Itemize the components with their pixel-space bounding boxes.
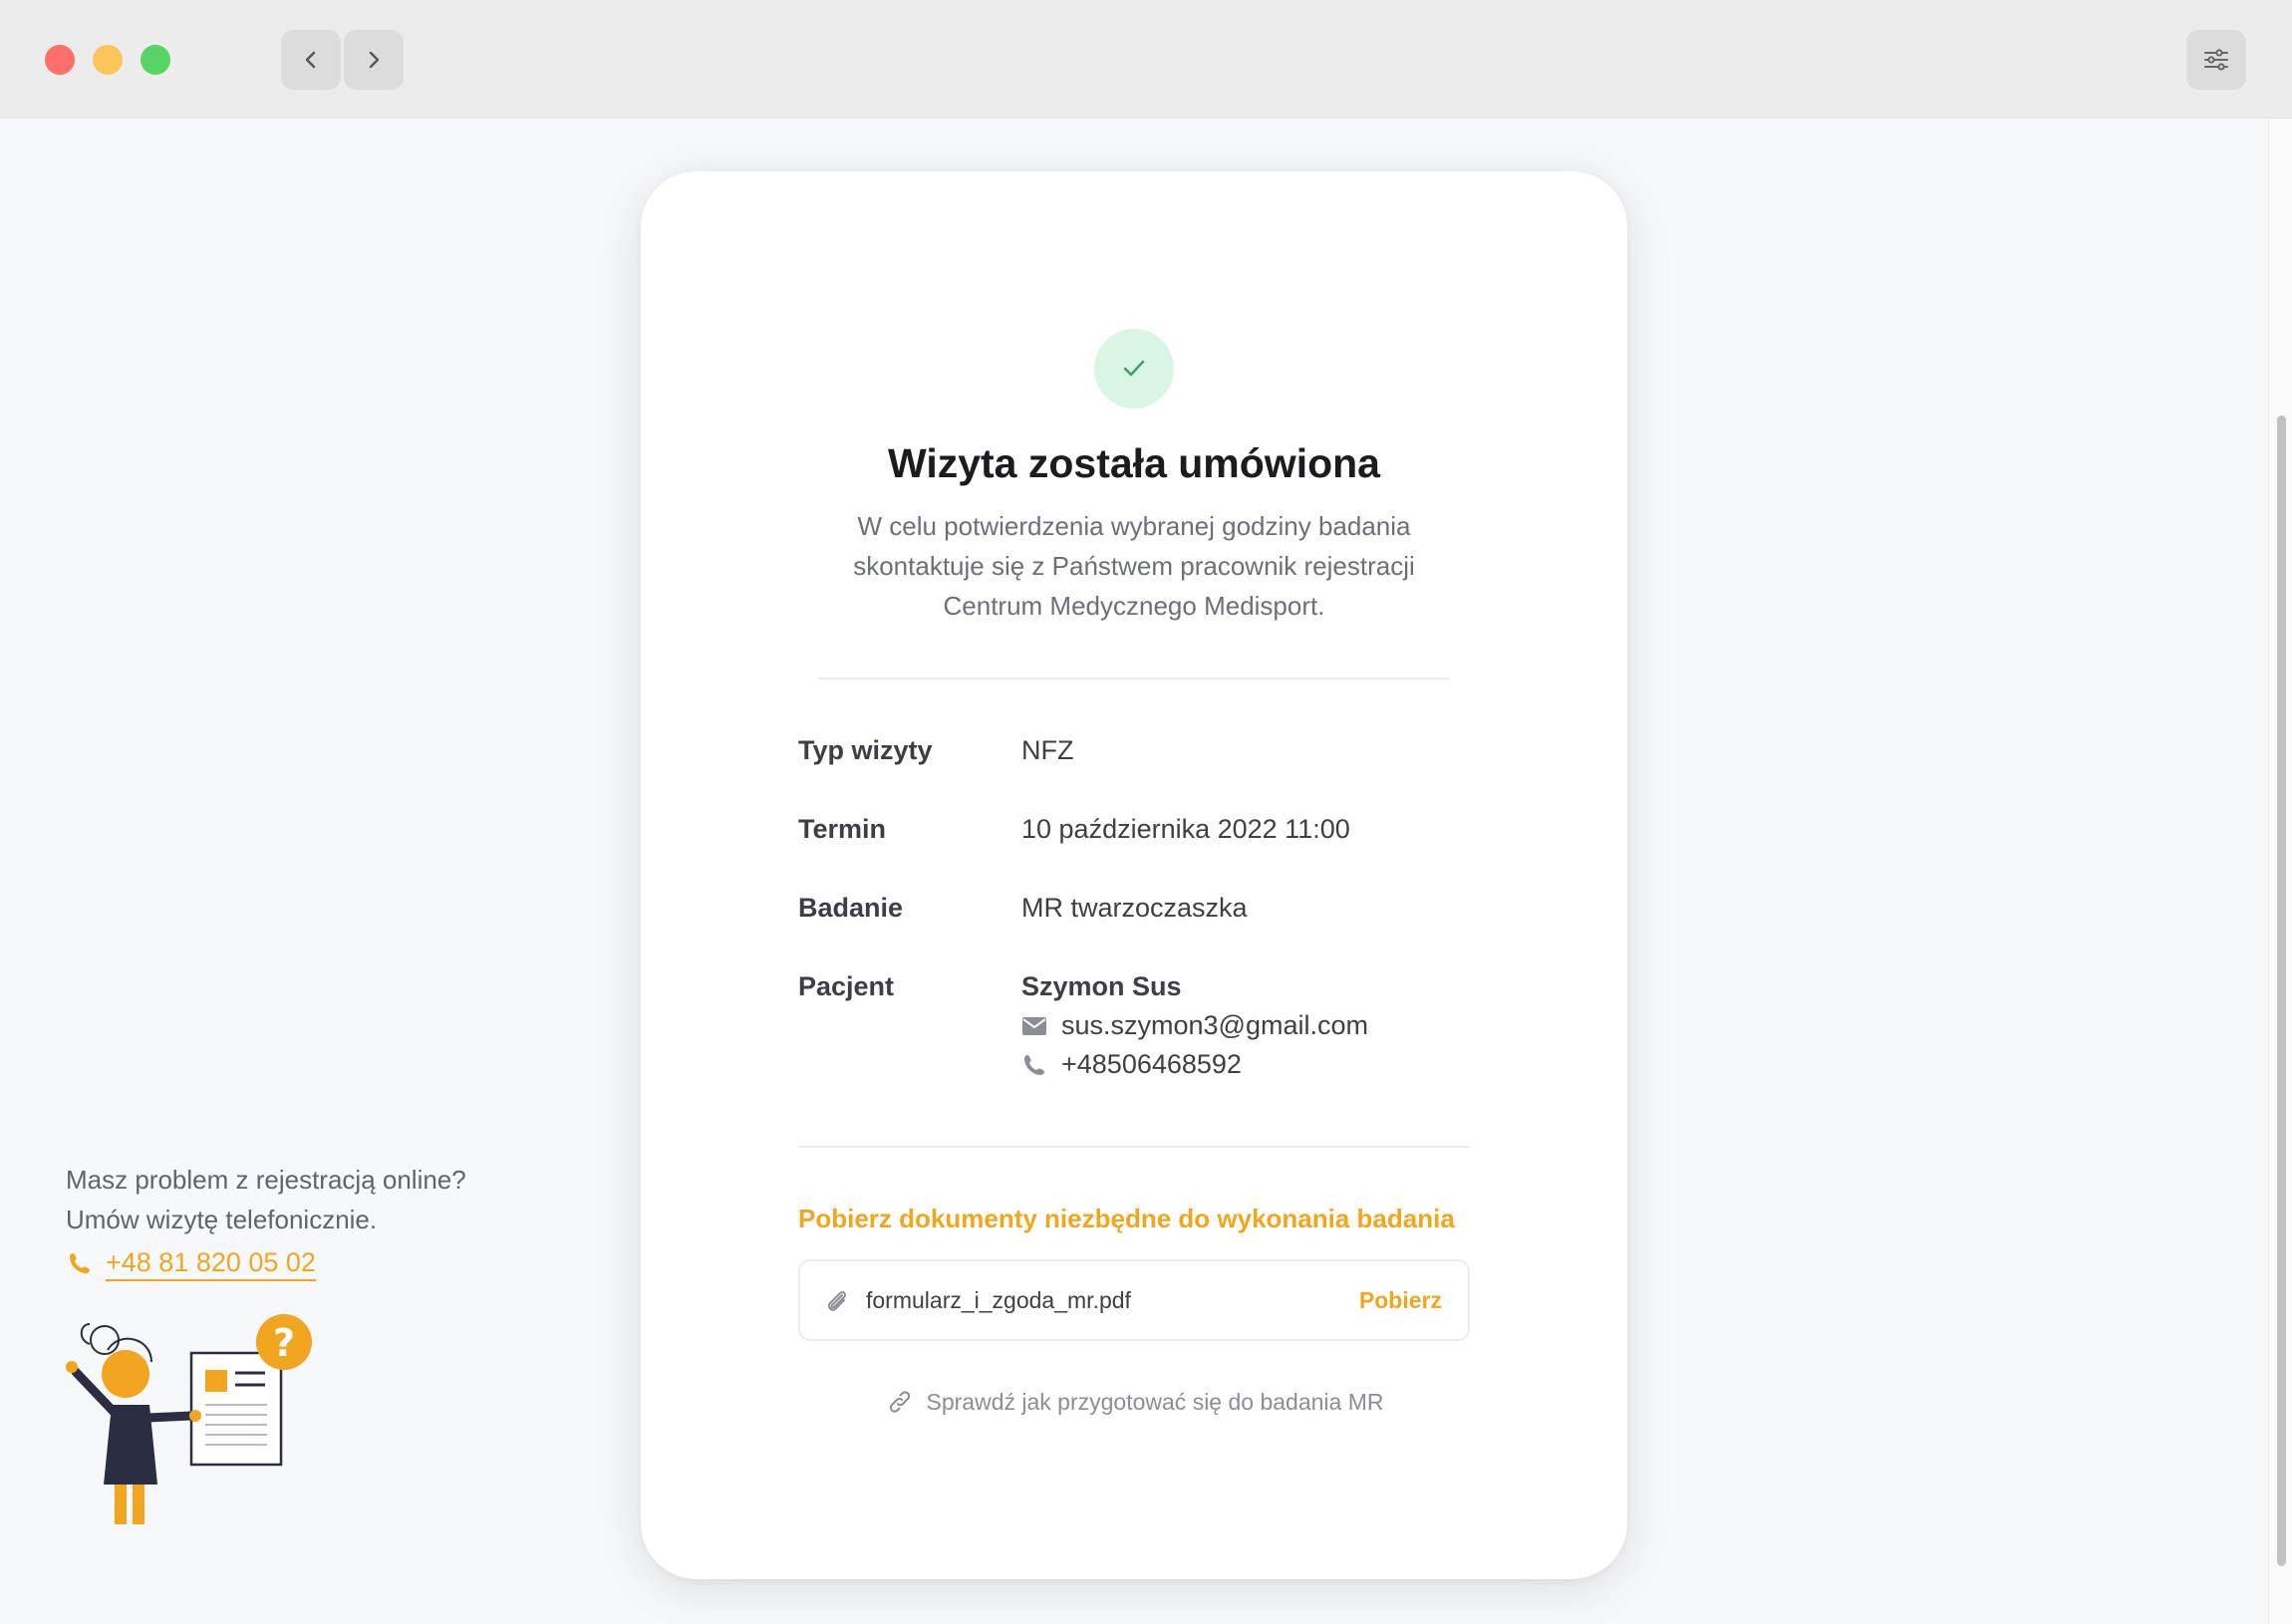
documents-title: Pobierz dokumenty niezbędne do wykonania… — [798, 1204, 1455, 1233]
scrollbar[interactable] — [2268, 119, 2292, 1624]
window-titlebar — [0, 0, 2292, 119]
patient-phone: +48506468592 — [1021, 1049, 1242, 1080]
patient-email-text: sus.szymon3@gmail.com — [1061, 1010, 1368, 1040]
document-file-name: formularz_i_zgoda_mr.pdf — [866, 1287, 1131, 1313]
phone-icon — [1021, 1052, 1047, 1078]
download-button[interactable]: Pobierz — [1359, 1287, 1442, 1314]
help-instruction: Umów wizytę telefonicznie. — [66, 1205, 378, 1234]
term-label: Termin — [798, 814, 887, 844]
visit-type-label: Typ wizyty — [798, 735, 933, 765]
minimize-window-button[interactable] — [93, 45, 123, 75]
patient-phone-text: +48506468592 — [1061, 1049, 1242, 1079]
settings-button[interactable] — [2186, 30, 2246, 90]
forward-button[interactable] — [344, 30, 404, 90]
visit-type-value: NFZ — [1021, 735, 1074, 765]
patient-name: Szymon Sus — [1021, 971, 1182, 1001]
scrollbar-thumb[interactable] — [2277, 415, 2286, 1566]
link-icon — [885, 1387, 915, 1417]
close-window-button[interactable] — [45, 45, 75, 75]
phone-icon — [66, 1249, 94, 1277]
sliders-icon — [2204, 49, 2228, 71]
preparation-link[interactable]: Sprawdź jak przygotować się do badania M… — [641, 1387, 1627, 1417]
document-file-row: formularz_i_zgoda_mr.pdf Pobierz — [798, 1259, 1470, 1341]
paperclip-icon — [827, 1290, 847, 1311]
divider — [798, 1146, 1470, 1148]
divider — [818, 677, 1450, 679]
svg-text:?: ? — [273, 1321, 295, 1365]
term-value: 10 października 2022 11:00 — [1021, 814, 1350, 844]
help-question: Masz problem z rejestracją online? — [66, 1165, 466, 1195]
exam-value: MR twarzoczaszka — [1021, 893, 1248, 923]
confirmation-card: Wizyta została umówiona W celu potwierdz… — [641, 171, 1627, 1579]
back-button[interactable] — [281, 30, 341, 90]
exam-label: Badanie — [798, 893, 904, 923]
chevron-left-icon — [305, 51, 316, 69]
confirmation-description: W celu potwierdzenia wybranej godziny ba… — [853, 511, 1415, 621]
help-phone-link[interactable]: +48 81 820 05 02 — [66, 1245, 316, 1281]
mail-icon — [1021, 1013, 1047, 1039]
check-icon — [1123, 360, 1145, 377]
preparation-link-text[interactable]: Sprawdź jak przygotować się do badania M… — [927, 1389, 1384, 1416]
chevron-right-icon — [369, 51, 380, 69]
help-illustration: ? — [66, 1314, 312, 1524]
page-title: Wizyta została umówiona — [888, 440, 1380, 486]
patient-email: sus.szymon3@gmail.com — [1021, 1010, 1368, 1041]
help-phone-number[interactable]: +48 81 820 05 02 — [106, 1245, 316, 1281]
success-badge — [1094, 329, 1174, 408]
patient-label: Pacjent — [798, 971, 895, 1001]
maximize-window-button[interactable] — [141, 45, 170, 75]
